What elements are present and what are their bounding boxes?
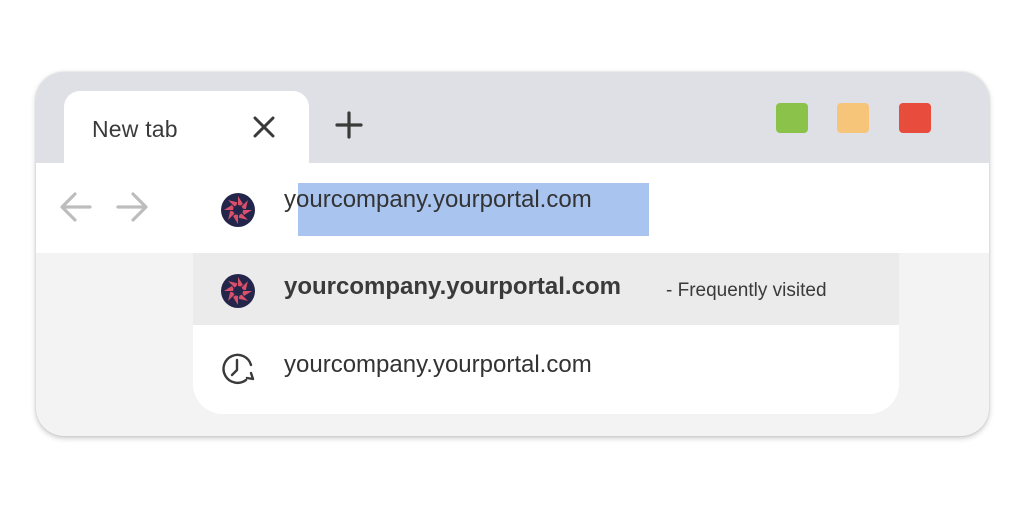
site-favicon-icon — [221, 193, 255, 227]
tab-new-tab[interactable]: New tab — [64, 91, 309, 165]
history-clock-icon — [222, 353, 255, 385]
new-tab-plus-icon[interactable] — [332, 108, 366, 142]
suggestion-url: yourcompany.yourportal.com — [284, 351, 592, 378]
tab-strip: New tab — [36, 72, 989, 165]
window-control-yellow[interactable] — [837, 103, 869, 133]
site-favicon-icon — [221, 274, 255, 308]
tab-title: New tab — [92, 116, 178, 142]
toolbar: yourcompany.yourportal.com — [36, 163, 989, 253]
browser-window: New tab yourcompany.yourportal.com yourc… — [36, 72, 989, 436]
suggestion-item-history[interactable]: yourcompany.yourportal.com — [193, 331, 899, 403]
window-control-red[interactable] — [899, 103, 931, 133]
back-arrow-icon[interactable] — [58, 189, 94, 225]
window-control-green[interactable] — [776, 103, 808, 133]
suggestion-item-frequent[interactable]: yourcompany.yourportal.com - Frequently … — [193, 253, 899, 325]
suggestions-dropdown: yourcompany.yourportal.com - Frequently … — [193, 253, 899, 414]
close-icon[interactable] — [250, 113, 278, 141]
suggestion-url: yourcompany.yourportal.com — [284, 273, 621, 300]
forward-arrow-icon[interactable] — [114, 189, 150, 225]
suggestion-hint: - Frequently visited — [666, 280, 827, 301]
address-bar-text: yourcompany.yourportal.com — [284, 186, 592, 213]
